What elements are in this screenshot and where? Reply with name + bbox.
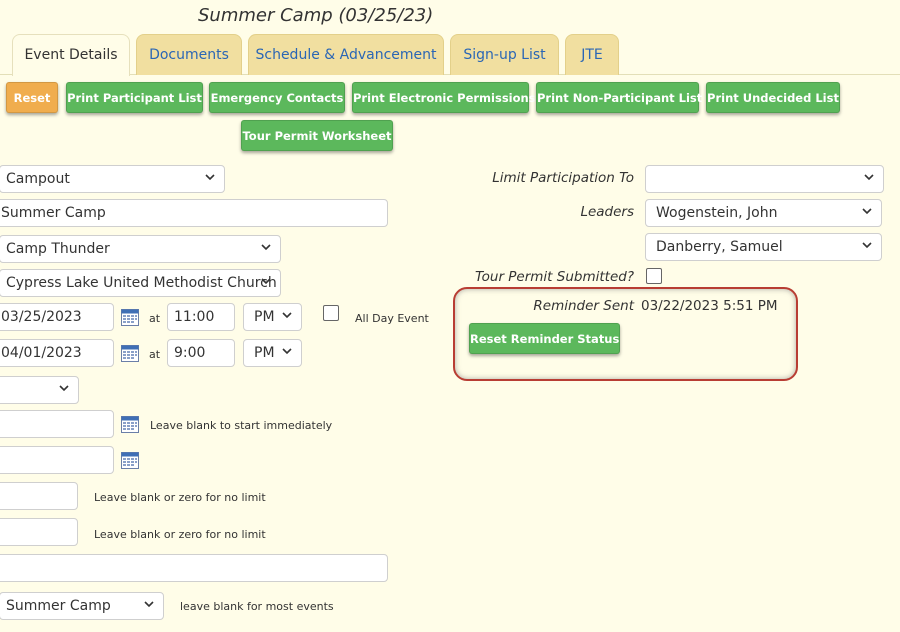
meeting-place-select[interactable]: Cypress Lake United Methodist Church xyxy=(0,269,281,297)
tour-permit-worksheet-button[interactable]: Tour Permit Worksheet xyxy=(241,120,393,151)
emergency-contacts-button[interactable]: Emergency Contacts xyxy=(209,82,345,113)
calendar-icon[interactable] xyxy=(121,416,139,433)
start-date-value: 03/25/2023 xyxy=(1,309,82,325)
leaders-label: Leaders xyxy=(580,204,634,220)
signup-end-date-input[interactable] xyxy=(0,446,114,474)
start-time-value: 11:00 xyxy=(174,309,215,325)
chevron-down-icon xyxy=(862,208,872,215)
leader-2-select[interactable]: Danberry, Samuel xyxy=(645,233,882,261)
leader-2-value: Danberry, Samuel xyxy=(656,239,783,255)
event-type-value: Campout xyxy=(6,171,70,187)
most-events-hint: leave blank for most events xyxy=(180,600,334,613)
end-time-input[interactable]: 9:00 xyxy=(167,339,235,367)
chevron-down-icon xyxy=(261,244,271,251)
chevron-down-icon xyxy=(282,348,292,355)
chevron-down-icon xyxy=(144,601,154,608)
leader-1-select[interactable]: Wogenstein, John xyxy=(645,199,882,227)
end-ampm-value: PM xyxy=(254,345,275,361)
location-select[interactable]: Camp Thunder xyxy=(0,235,281,263)
event-type-select[interactable]: Campout xyxy=(0,165,225,193)
start-immediately-hint: Leave blank to start immediately xyxy=(150,419,333,432)
print-participant-list-button[interactable]: Print Participant List xyxy=(66,82,203,113)
print-undecided-list-button[interactable]: Print Undecided List xyxy=(706,82,840,113)
limit-input-1[interactable] xyxy=(0,482,78,510)
event-name-input[interactable]: Summer Camp xyxy=(0,199,388,227)
end-date-value: 04/01/2023 xyxy=(1,345,82,361)
start-ampm-value: PM xyxy=(254,309,275,325)
category-select[interactable]: Summer Camp xyxy=(0,592,164,620)
reminder-sent-value: 03/22/2023 5:51 PM xyxy=(641,298,778,314)
chevron-down-icon xyxy=(261,278,271,285)
tab-event-details[interactable]: Event Details xyxy=(12,34,130,76)
print-electronic-permissions-button[interactable]: Print Electronic Permissions xyxy=(352,82,536,113)
chevron-down-icon xyxy=(864,174,874,181)
page-title: Summer Camp (03/25/23) xyxy=(198,5,434,26)
event-name-value: Summer Camp xyxy=(1,205,106,221)
limit-participation-label: Limit Participation To xyxy=(492,170,634,186)
empty-select[interactable] xyxy=(0,376,79,404)
at-label: at xyxy=(149,348,161,361)
reset-button[interactable]: Reset xyxy=(6,82,58,113)
start-date-input[interactable]: 03/25/2023 xyxy=(0,303,114,331)
reset-reminder-status-button[interactable]: Reset Reminder Status xyxy=(469,323,620,354)
category-value: Summer Camp xyxy=(6,598,111,614)
chevron-down-icon xyxy=(59,385,69,392)
calendar-icon[interactable] xyxy=(121,345,139,362)
tab-jte[interactable]: JTE xyxy=(565,34,619,75)
end-time-value: 9:00 xyxy=(174,345,206,361)
all-day-event-label: All Day Event xyxy=(355,312,429,325)
calendar-icon[interactable] xyxy=(121,452,139,469)
meeting-place-value: Cypress Lake United Methodist Church xyxy=(6,275,277,291)
end-ampm-select[interactable]: PM xyxy=(243,339,302,367)
tab-sign-up-list[interactable]: Sign-up List xyxy=(450,34,559,75)
leader-1-value: Wogenstein, John xyxy=(656,205,778,221)
at-label: at xyxy=(149,312,161,325)
chevron-down-icon xyxy=(205,174,215,181)
reminder-sent-label: Reminder Sent xyxy=(533,298,634,314)
calendar-icon[interactable] xyxy=(121,309,139,326)
limit-input-2[interactable] xyxy=(0,518,78,546)
signup-start-date-input[interactable] xyxy=(0,410,114,438)
start-ampm-select[interactable]: PM xyxy=(243,303,302,331)
tab-schedule-advancement[interactable]: Schedule & Advancement xyxy=(248,34,444,75)
limit-participation-select[interactable] xyxy=(645,165,884,193)
tour-permit-checkbox[interactable] xyxy=(646,268,662,284)
no-limit-hint-1: Leave blank or zero for no limit xyxy=(94,491,266,504)
print-non-participant-list-button[interactable]: Print Non-Participant List xyxy=(536,82,702,113)
chevron-down-icon xyxy=(862,242,872,249)
tab-documents[interactable]: Documents xyxy=(136,34,242,75)
end-date-input[interactable]: 04/01/2023 xyxy=(0,339,114,367)
tour-permit-label: Tour Permit Submitted? xyxy=(475,269,634,285)
chevron-down-icon xyxy=(282,312,292,319)
notes-input[interactable] xyxy=(0,554,388,582)
location-value: Camp Thunder xyxy=(6,241,110,257)
no-limit-hint-2: Leave blank or zero for no limit xyxy=(94,528,266,541)
start-time-input[interactable]: 11:00 xyxy=(167,303,235,331)
all-day-event-checkbox[interactable] xyxy=(323,305,339,321)
